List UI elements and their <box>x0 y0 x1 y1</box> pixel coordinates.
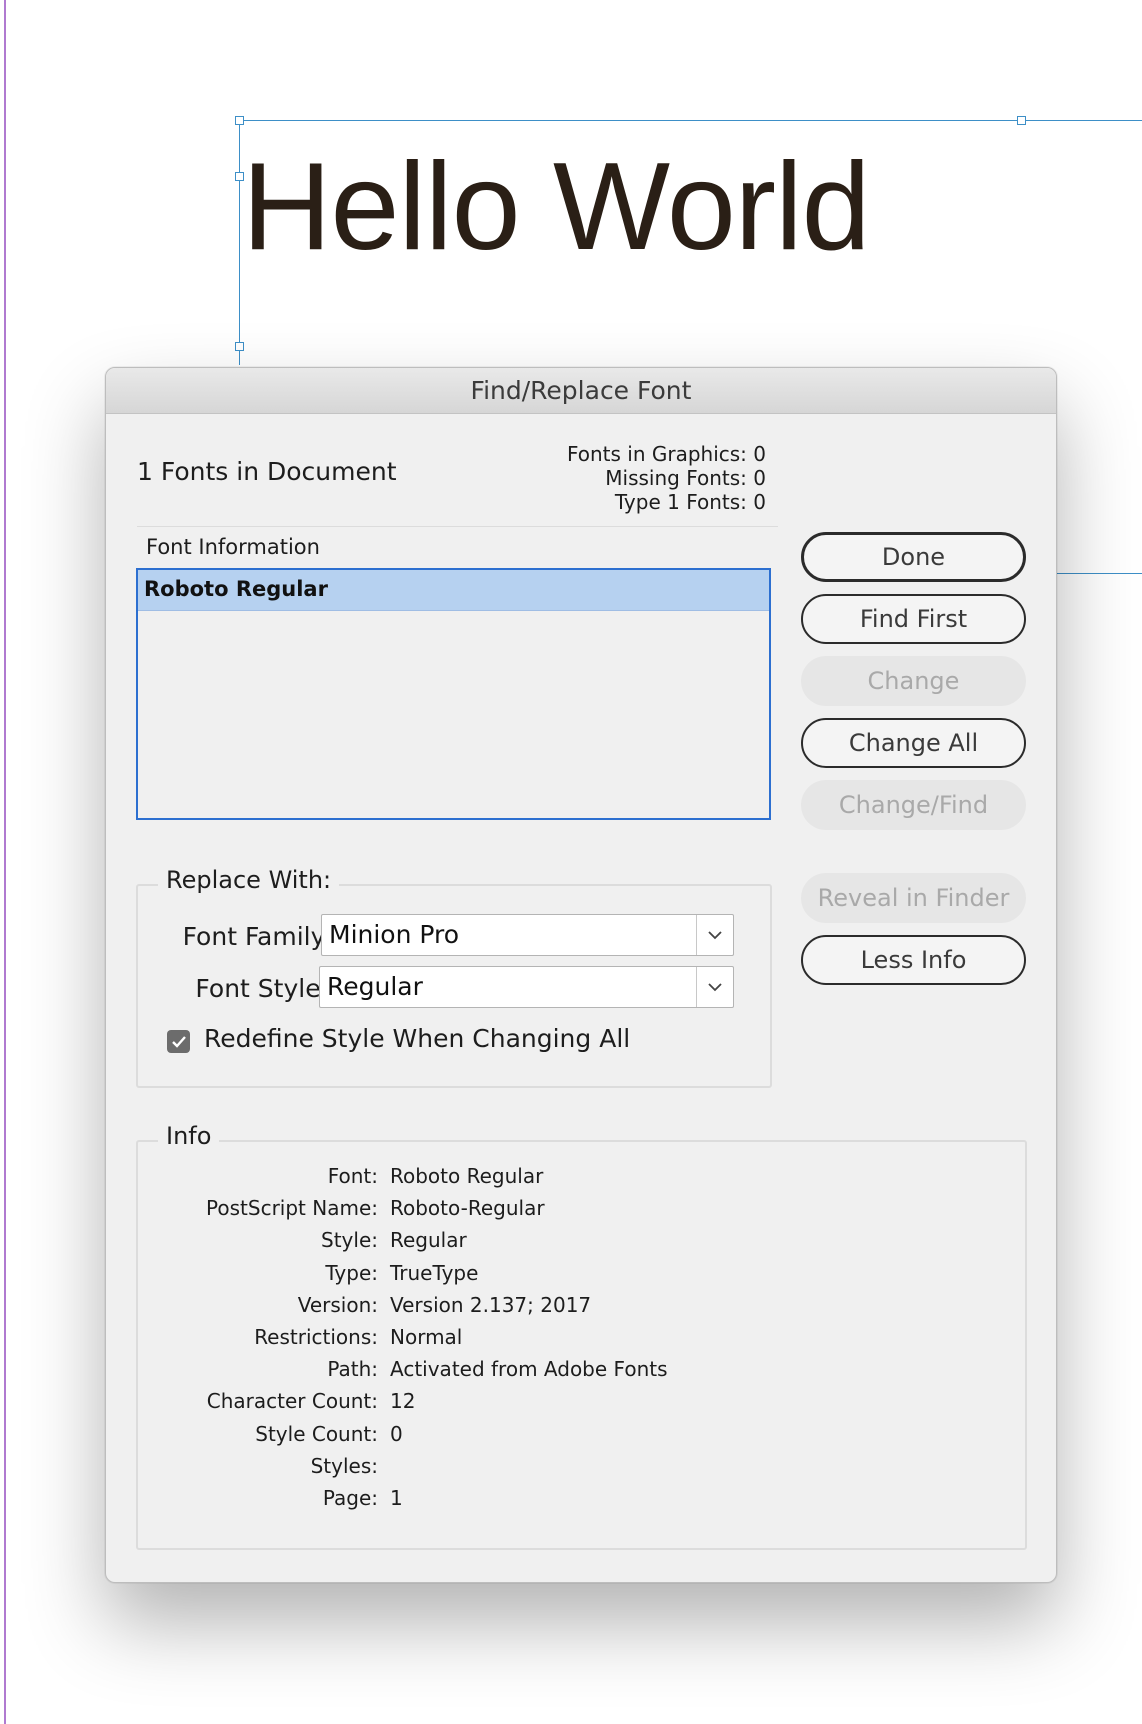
font-list-item-label: Roboto Regular <box>144 577 328 601</box>
replace-with-group: Replace With: Font Family: Minion Pro Fo… <box>136 866 772 1088</box>
info-row: Type: TrueType <box>138 1261 998 1293</box>
info-key: PostScript Name: <box>206 1196 378 1221</box>
redefine-style-label[interactable]: Redefine Style When Changing All <box>204 1024 630 1053</box>
chevron-down-icon[interactable] <box>696 915 733 955</box>
info-key: Character Count: <box>206 1389 378 1414</box>
info-key: Font: <box>327 1164 378 1188</box>
info-row: Style Count: 0 <box>138 1422 998 1454</box>
font-family-label: Font Family: <box>182 922 332 951</box>
font-family-select[interactable]: Minion Pro <box>321 914 734 956</box>
change-all-button[interactable]: Change All <box>801 718 1026 768</box>
change-button[interactable]: Change <box>801 656 1026 706</box>
missing-fonts-label: Missing Fonts: 0 <box>605 466 766 490</box>
info-key: Styles: <box>310 1453 378 1478</box>
info-value: Version 2.137; 2017 <box>390 1292 592 1317</box>
info-key: Path: <box>327 1357 378 1382</box>
find-first-button[interactable]: Find First <box>801 594 1026 644</box>
info-value: 0 <box>390 1421 403 1446</box>
font-stats: Fonts in Graphics: 0 Missing Fonts: 0 Ty… <box>567 442 766 514</box>
info-value: Roboto Regular <box>390 1164 544 1188</box>
frame-handle-top-left[interactable] <box>235 116 244 125</box>
info-key: Style Count: <box>255 1421 378 1446</box>
reveal-in-finder-button[interactable]: Reveal in Finder <box>801 873 1026 923</box>
info-row: PostScript Name: Roboto-Regular <box>138 1196 998 1228</box>
info-row: Character Count: 12 <box>138 1389 998 1421</box>
info-key: Version: <box>297 1292 378 1317</box>
font-style-value: Regular <box>327 972 423 1001</box>
info-row: Font: Roboto Regular <box>138 1164 998 1196</box>
change-find-button[interactable]: Change/Find <box>801 780 1026 830</box>
redefine-style-checkbox[interactable] <box>167 1030 190 1053</box>
font-information-label: Font Information <box>146 535 320 559</box>
text-frame-edge <box>1056 573 1142 574</box>
text-frame-top-edge <box>239 120 1142 121</box>
checkmark-icon <box>171 1035 186 1048</box>
dialog-title[interactable]: Find/Replace Font <box>106 368 1056 414</box>
done-button[interactable]: Done <box>801 532 1026 582</box>
chevron-down-icon[interactable] <box>696 967 733 1007</box>
type1-fonts-label: Type 1 Fonts: 0 <box>614 490 766 514</box>
frame-handle-bottom-left[interactable] <box>235 342 244 351</box>
less-info-button[interactable]: Less Info <box>801 935 1026 985</box>
divider <box>137 526 778 527</box>
info-value: Normal <box>390 1325 463 1349</box>
font-style-label: Font Style: <box>195 974 329 1003</box>
info-row: Styles: <box>138 1454 998 1486</box>
fonts-in-document-label: 1 Fonts in Document <box>137 457 397 486</box>
info-group: Info Font: Roboto Regular PostScript Name:… <box>136 1122 1027 1550</box>
info-value: 12 <box>390 1389 416 1414</box>
font-style-select[interactable]: Regular <box>319 966 734 1008</box>
info-row: Version: Version 2.137; 2017 <box>138 1293 998 1325</box>
info-row: Page: 1 <box>138 1486 998 1518</box>
info-value: Activated from Adobe Fonts <box>390 1357 668 1382</box>
document-text[interactable]: Hello World <box>242 132 871 282</box>
find-replace-font-dialog: Find/Replace Font 1 Fonts in Document Fo… <box>105 367 1057 1583</box>
font-list-item[interactable]: Roboto Regular <box>138 570 769 611</box>
info-row: Style: Regular <box>138 1228 998 1260</box>
info-value: TrueType <box>390 1260 479 1285</box>
info-row: Path: Activated from Adobe Fonts <box>138 1357 998 1389</box>
info-key: Page: <box>322 1486 378 1510</box>
info-key: Type: <box>325 1260 378 1285</box>
info-value: 1 <box>390 1486 403 1510</box>
info-legend: Info <box>158 1122 220 1150</box>
font-family-value: Minion Pro <box>329 920 460 949</box>
info-value: Roboto-Regular <box>390 1196 545 1221</box>
info-row: Restrictions: Normal <box>138 1325 998 1357</box>
fonts-in-graphics-label: Fonts in Graphics: 0 <box>566 442 766 466</box>
frame-handle-top-right[interactable] <box>1017 116 1026 125</box>
replace-with-legend: Replace With: <box>158 866 340 894</box>
text-frame-left-edge <box>239 120 240 365</box>
page-margin-guide <box>4 0 6 1724</box>
font-list[interactable]: Roboto Regular <box>136 568 771 820</box>
info-key: Style: <box>321 1228 378 1253</box>
info-key: Restrictions: <box>254 1325 378 1349</box>
info-value: Regular <box>390 1228 467 1253</box>
